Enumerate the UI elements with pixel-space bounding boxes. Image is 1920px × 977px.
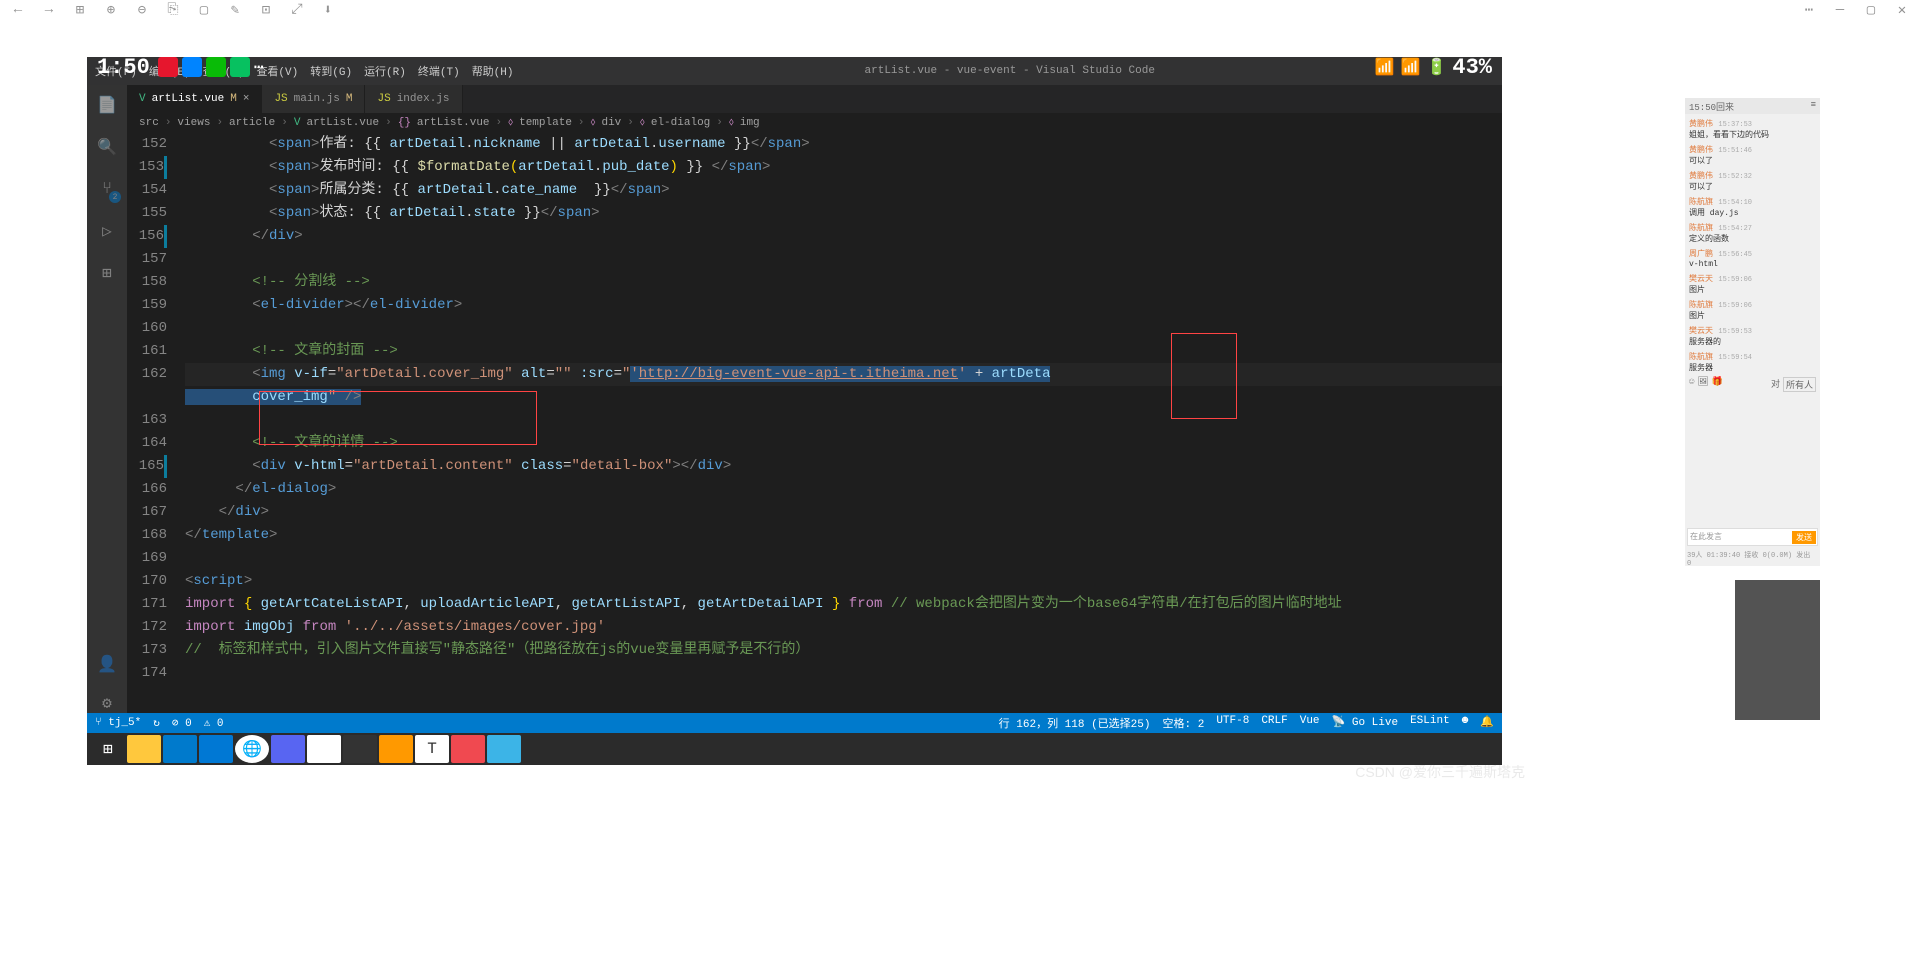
chat-panel: 15:50回来 ≡ 黄鹏伟 15:37:53姐姐，看看下边的代码 黄鹏伟 15:… <box>1685 98 1820 566</box>
maximize-icon[interactable]: ▢ <box>1863 2 1879 18</box>
mobile-status-bar: 1:50 ⋯ 📶 📶 🔋 43% <box>87 57 1502 77</box>
expand-icon[interactable]: ⤢ <box>289 2 305 18</box>
js-icon: JS <box>274 93 287 105</box>
language[interactable]: Vue <box>1300 715 1320 731</box>
weibo-icon <box>158 57 178 77</box>
vue-icon: V <box>139 93 146 105</box>
watermark: CSDN @爱你三千遍斯塔克 <box>1355 762 1525 782</box>
search-icon[interactable]: 🔍 <box>95 135 119 159</box>
wechat-icon <box>206 57 226 77</box>
app-icon-10[interactable] <box>451 735 485 763</box>
window-icon[interactable]: ▢ <box>196 2 212 18</box>
tab-indexjs[interactable]: JS index.js <box>365 85 462 113</box>
cursor-position[interactable]: 行 162，列 118 (已选择25) <box>999 715 1151 731</box>
gutter: 152 153 154 155 156 157 158 159 160 161 … <box>127 133 181 725</box>
app-icon-2 <box>182 57 202 77</box>
close-icon[interactable]: ✕ <box>1894 2 1910 18</box>
encoding[interactable]: UTF-8 <box>1216 715 1249 731</box>
app-icon-5[interactable] <box>271 735 305 763</box>
close-icon[interactable]: × <box>243 93 250 105</box>
code-content[interactable]: <span>作者: {{ artDetail.nickname || artDe… <box>181 133 1502 725</box>
bell-icon[interactable]: 🔔 <box>1480 715 1494 731</box>
chat-header: 15:50回来 ≡ <box>1685 98 1820 114</box>
eol[interactable]: CRLF <box>1261 715 1287 731</box>
chat-footer: 39人 01:39:40 接收 0(0.0M) 发出 0 <box>1687 550 1818 564</box>
copy-icon[interactable]: ⎘ <box>165 2 181 18</box>
debug-icon[interactable]: ▷ <box>95 219 119 243</box>
zoom-in-icon[interactable]: ⊕ <box>103 2 119 18</box>
forward-icon[interactable]: → <box>41 2 57 18</box>
emoji-icon[interactable]: ☺ <box>1689 377 1694 392</box>
sync-icon[interactable]: ↻ <box>153 716 160 730</box>
signal-icon: 📶 <box>1375 57 1395 77</box>
square-icon[interactable]: ⊡ <box>258 2 274 18</box>
minimap[interactable] <box>1735 580 1820 720</box>
extensions-icon[interactable]: ⊞ <box>95 261 119 285</box>
download-icon[interactable]: ⬇ <box>320 2 336 18</box>
image-icon[interactable]: 🖼 <box>1697 377 1708 392</box>
file-explorer-icon[interactable] <box>127 735 161 763</box>
mobile-time: 1:50 <box>97 55 150 80</box>
app-icon-9[interactable]: T <box>415 735 449 763</box>
account-icon[interactable]: 👤 <box>95 652 119 676</box>
editor-tabs: V artList.vue M × JS main.js M JS index.… <box>127 85 1502 113</box>
zoom-out-icon[interactable]: ⊖ <box>134 2 150 18</box>
indent[interactable]: 空格: 2 <box>1163 715 1205 731</box>
chat-messages: 黄鹏伟 15:37:53姐姐，看看下边的代码 黄鹏伟 15:51:46可以了 黄… <box>1685 114 1820 396</box>
warnings[interactable]: ⚠ 0 <box>204 716 224 730</box>
git-branch[interactable]: ⑂ tj_5* <box>95 717 141 729</box>
start-button[interactable]: ⊞ <box>91 735 125 763</box>
vscode-taskbar-icon[interactable] <box>163 735 197 763</box>
settings-icon[interactable]: ⚙ <box>95 691 119 715</box>
breadcrumb[interactable]: src› views› article› VartList.vue› {}art… <box>127 113 1502 133</box>
app-icon-6[interactable] <box>307 735 341 763</box>
battery-icon: 🔋 <box>1426 57 1446 77</box>
js-icon: JS <box>377 93 390 105</box>
tab-mainjs[interactable]: JS main.js M <box>262 85 365 113</box>
app-icon-4 <box>230 57 250 77</box>
browser-toolbar: ← → ⊞ ⊕ ⊖ ⎘ ▢ ✎ ⊡ ⤢ ⬇ ⋯ — ▢ ✕ <box>0 0 1920 20</box>
source-control-icon[interactable]: ⑂2 <box>95 177 119 201</box>
errors[interactable]: ⊘ 0 <box>172 716 192 730</box>
app-icon-11[interactable] <box>487 735 521 763</box>
tab-artlist[interactable]: V artList.vue M × <box>127 85 262 113</box>
eslint[interactable]: ESLint <box>1410 715 1450 731</box>
explorer-icon[interactable]: 📄 <box>95 93 119 117</box>
feedback-icon[interactable]: ☻ <box>1462 715 1469 731</box>
more-icon[interactable]: ⋯ <box>1801 2 1817 18</box>
activity-bar: 📄 🔍 ⑂2 ▷ ⊞ 👤 ⚙ <box>87 85 127 725</box>
battery-percent: 43% <box>1452 55 1492 80</box>
edit-icon[interactable]: ✎ <box>227 2 243 18</box>
chrome-icon[interactable]: 🌐 <box>235 735 269 763</box>
wifi-icon: 📶 <box>1401 57 1421 77</box>
menu-icon[interactable]: ≡ <box>1811 100 1816 112</box>
filter-select[interactable]: 所有人 <box>1783 377 1816 392</box>
windows-taskbar: ⊞ 🌐 T <box>87 733 1502 765</box>
terminal-icon[interactable] <box>343 735 377 763</box>
status-bar: ⑂ tj_5* ↻ ⊘ 0 ⚠ 0 行 162，列 118 (已选择25) 空格… <box>87 713 1502 733</box>
editor-area: V artList.vue M × JS main.js M JS index.… <box>127 85 1502 725</box>
code-editor[interactable]: 152 153 154 155 156 157 158 159 160 161 … <box>127 133 1502 725</box>
edge-icon[interactable] <box>199 735 233 763</box>
go-live[interactable]: 📡 Go Live <box>1332 715 1399 731</box>
app-icon-8[interactable] <box>379 735 413 763</box>
vscode-window: 文件(F) 编辑(E) 查看(V) 查看(V) 转到(G) 运行(R) 终端(T… <box>87 57 1502 765</box>
send-button[interactable]: 发送 <box>1792 531 1816 544</box>
more-apps-icon: ⋯ <box>254 57 264 77</box>
back-icon[interactable]: ← <box>10 2 26 18</box>
gift-icon[interactable]: 🎁 <box>1712 377 1723 392</box>
minimize-icon[interactable]: — <box>1832 2 1848 18</box>
apps-icon[interactable]: ⊞ <box>72 2 88 18</box>
